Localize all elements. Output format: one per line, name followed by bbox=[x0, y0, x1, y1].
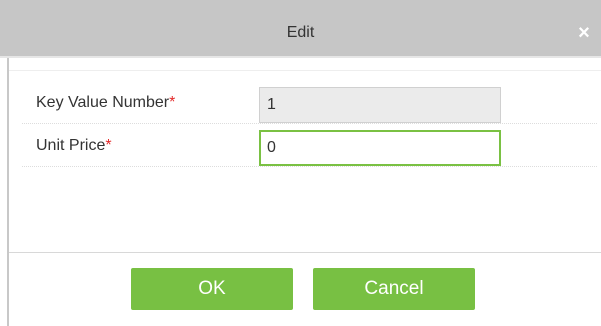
dialog-titlebar: Edit × bbox=[0, 0, 601, 58]
key-value-number-field[interactable] bbox=[259, 87, 501, 123]
dialog-left-border bbox=[7, 58, 9, 326]
form-top-divider bbox=[9, 70, 601, 71]
unit-price-label-text: Unit Price bbox=[36, 137, 106, 154]
footer-divider bbox=[9, 252, 601, 253]
cancel-button[interactable]: Cancel bbox=[313, 268, 475, 310]
dialog-title: Edit bbox=[286, 24, 315, 41]
unit-price-label: Unit Price* bbox=[36, 137, 112, 155]
required-mark: * bbox=[105, 137, 112, 154]
key-value-number-label: Key Value Number* bbox=[36, 94, 175, 112]
key-value-number-label-text: Key Value Number bbox=[36, 94, 170, 111]
required-mark: * bbox=[169, 94, 176, 111]
close-icon[interactable]: × bbox=[573, 22, 595, 44]
edit-dialog: Edit × Key Value Number* Unit Price* OK … bbox=[0, 0, 601, 326]
ok-button[interactable]: OK bbox=[131, 268, 293, 310]
form-row-unit-price: Unit Price* bbox=[22, 128, 597, 167]
unit-price-field[interactable] bbox=[259, 130, 501, 166]
form-row-key-value-number: Key Value Number* bbox=[22, 85, 597, 124]
